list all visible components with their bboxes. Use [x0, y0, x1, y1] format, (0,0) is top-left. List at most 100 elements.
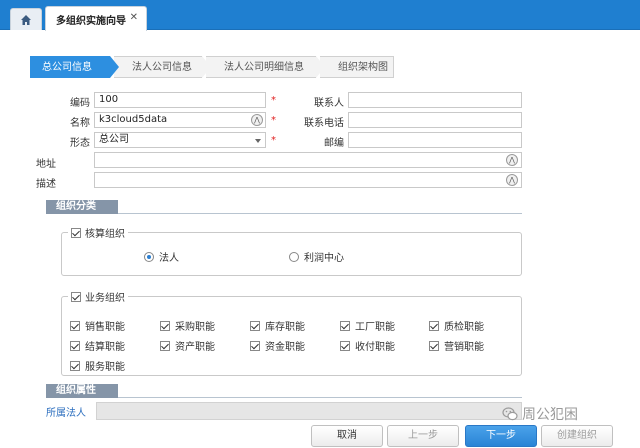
cancel-button[interactable]: 取消 — [311, 425, 383, 447]
checkbox-marketing[interactable]: 营销职能 — [429, 338, 484, 353]
checkbox-asset[interactable]: 资产职能 — [160, 338, 215, 353]
checkbox-label: 销售职能 — [85, 322, 125, 333]
checkbox-settlement[interactable]: 结算职能 — [70, 338, 125, 353]
accounting-org-label: 核算组织 — [85, 229, 125, 240]
step-label: 总公司信息 — [42, 62, 92, 73]
checkbox-label: 工厂职能 — [355, 322, 395, 333]
step-label: 法人公司信息 — [132, 62, 192, 73]
checkbox-label: 结算职能 — [85, 342, 125, 353]
form-type-select[interactable]: 总公司 — [94, 132, 266, 148]
accounting-org-title[interactable]: 核算组织 — [68, 225, 128, 240]
affiliation-field[interactable] — [96, 402, 522, 420]
next-button[interactable]: 下一步 — [465, 425, 537, 447]
create-org-button[interactable]: 创建组织 — [541, 425, 613, 447]
affiliation-label[interactable]: 所属法人 — [46, 404, 86, 419]
description-field[interactable] — [94, 172, 522, 188]
section-title: 组织属性 — [46, 384, 118, 398]
business-org-label: 业务组织 — [85, 293, 125, 304]
checkbox-label: 收付职能 — [355, 342, 395, 353]
chevron-down-icon[interactable] — [255, 139, 261, 143]
required-mark: * — [271, 95, 276, 106]
section-title: 组织分类 — [46, 200, 118, 214]
checkbox-label: 资产职能 — [175, 342, 215, 353]
checkbox-label: 服务职能 — [85, 362, 125, 373]
step-legal-entity-info[interactable]: 法人公司信息 — [114, 56, 211, 78]
watermark: 周公犯困 — [502, 404, 578, 424]
home-icon — [21, 14, 31, 25]
name-label: 名称 — [70, 118, 90, 129]
checkbox[interactable] — [160, 320, 170, 331]
step-org-chart[interactable]: 组织架构图 — [320, 56, 394, 78]
radio-profit-center[interactable]: 利润中心 — [289, 249, 344, 264]
step-arrow — [202, 56, 211, 78]
checkbox-fund[interactable]: 资金职能 — [250, 338, 305, 353]
accounting-org-group: 核算组织 法人 利润中心 — [61, 225, 522, 276]
required-mark: * — [271, 115, 276, 126]
section-org-classification: 组织分类 — [46, 200, 522, 214]
name-field[interactable]: k3cloud5data — [94, 112, 266, 128]
code-label: 编码 — [70, 98, 90, 109]
checkbox[interactable] — [70, 320, 80, 331]
checkbox-label: 库存职能 — [265, 322, 305, 333]
contact-label: 联系人 — [314, 98, 344, 109]
wizard-steps: 总公司信息 法人公司信息 法人公司明细信息 组织架构图 — [30, 56, 398, 78]
lookup-icon[interactable]: ⋀ — [506, 154, 518, 166]
checkbox-receipt-payment[interactable]: 收付职能 — [340, 338, 395, 353]
checkbox-label: 采购职能 — [175, 322, 215, 333]
top-tab-bar: 多组织实施向导 ✕ — [0, 0, 640, 31]
step-arrow — [316, 56, 325, 78]
checkbox[interactable] — [250, 340, 260, 351]
phone-field[interactable] — [348, 112, 522, 128]
address-field[interactable] — [94, 152, 522, 168]
checkbox-label: 营销职能 — [444, 342, 484, 353]
checkbox-label: 质检职能 — [444, 322, 484, 333]
business-org-group: 业务组织 销售职能 采购职能 库存职能 工厂职能 质检职能 结算职能 资产职能 … — [61, 289, 522, 376]
contact-field[interactable] — [348, 92, 522, 108]
phone-label: 联系电话 — [304, 118, 344, 129]
accounting-org-checkbox[interactable] — [71, 227, 81, 238]
step-arrow — [110, 56, 119, 78]
radio-legal-entity[interactable]: 法人 — [144, 249, 179, 264]
checkbox-purchase[interactable]: 采购职能 — [160, 318, 215, 333]
radio-label: 利润中心 — [304, 253, 344, 264]
checkbox[interactable] — [340, 340, 350, 351]
business-org-title[interactable]: 业务组织 — [68, 289, 128, 304]
checkbox[interactable] — [250, 320, 260, 331]
checkbox[interactable] — [340, 320, 350, 331]
tab-multi-org-wizard[interactable]: 多组织实施向导 ✕ — [45, 6, 147, 31]
code-field[interactable]: 100 — [94, 92, 266, 108]
lookup-icon[interactable]: ⋀ — [251, 114, 263, 126]
lookup-icon[interactable]: ⋀ — [506, 174, 518, 186]
checkbox[interactable] — [429, 320, 439, 331]
checkbox-service[interactable]: 服务职能 — [70, 358, 125, 373]
required-mark: * — [271, 135, 276, 146]
checkbox[interactable] — [70, 340, 80, 351]
checkbox[interactable] — [429, 340, 439, 351]
tab-label: 多组织实施向导 — [56, 15, 126, 27]
checkbox-quality[interactable]: 质检职能 — [429, 318, 484, 333]
checkbox-inventory[interactable]: 库存职能 — [250, 318, 305, 333]
checkbox-label: 资金职能 — [265, 342, 305, 353]
section-org-attributes: 组织属性 — [46, 384, 522, 398]
watermark-text: 周公犯困 — [522, 407, 578, 423]
checkbox[interactable] — [160, 340, 170, 351]
step-label: 组织架构图 — [338, 62, 388, 73]
step-legal-entity-detail[interactable]: 法人公司明细信息 — [206, 56, 325, 78]
address-label: 地址 — [36, 159, 56, 170]
radio-button[interactable] — [289, 251, 299, 262]
checkbox-factory[interactable]: 工厂职能 — [340, 318, 395, 333]
zip-field[interactable] — [348, 132, 522, 148]
home-tab[interactable] — [10, 8, 42, 30]
wechat-icon — [502, 407, 518, 421]
prev-button[interactable]: 上一步 — [387, 425, 459, 447]
step-hq-info[interactable]: 总公司信息 — [30, 56, 119, 78]
radio-label: 法人 — [159, 253, 179, 264]
form-type-label: 形态 — [70, 138, 90, 149]
business-org-checkbox[interactable] — [71, 291, 81, 302]
step-label: 法人公司明细信息 — [224, 62, 304, 73]
radio-button[interactable] — [144, 251, 154, 262]
checkbox[interactable] — [70, 360, 80, 371]
description-label: 描述 — [36, 179, 56, 190]
close-icon[interactable]: ✕ — [130, 13, 138, 23]
checkbox-sales[interactable]: 销售职能 — [70, 318, 125, 333]
